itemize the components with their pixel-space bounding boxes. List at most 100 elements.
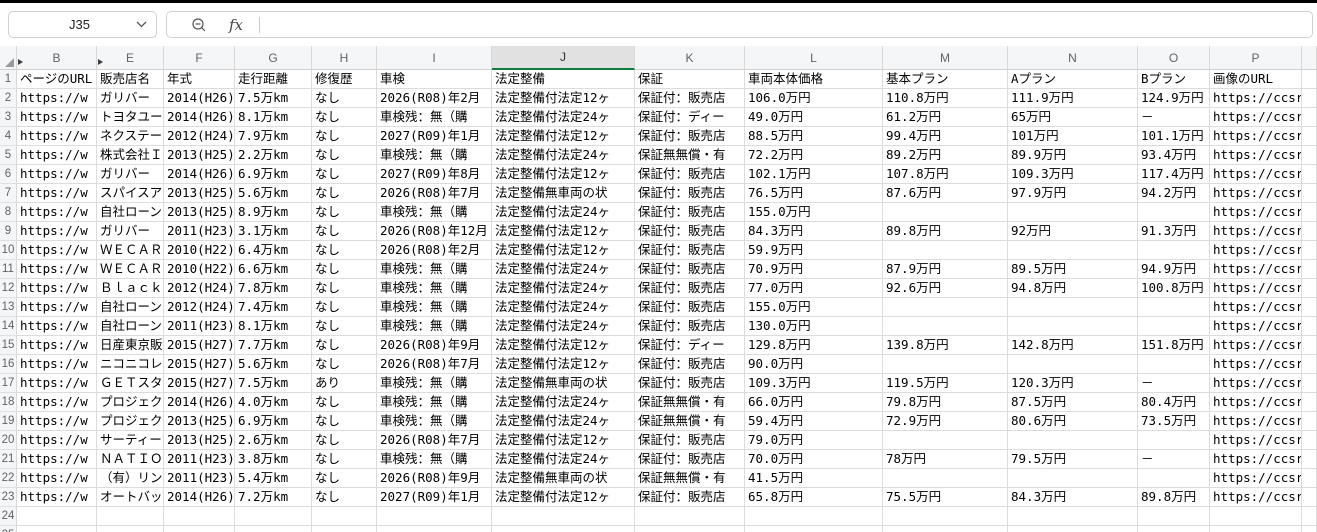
- cell-L20[interactable]: 79.0万円: [745, 431, 883, 450]
- column-header-partial[interactable]: [1302, 46, 1317, 70]
- cell-G9[interactable]: 3.1万km: [235, 222, 312, 241]
- cell-L10[interactable]: 59.9万円: [745, 241, 883, 260]
- cell-E16[interactable]: ニコニコレ: [97, 355, 164, 374]
- cell-L18[interactable]: 66.0万円: [745, 393, 883, 412]
- cell-J9[interactable]: 法定整備付法定12ヶ: [492, 222, 635, 241]
- cell-K15[interactable]: 保証付：ディー: [635, 336, 745, 355]
- cell-N10[interactable]: [1008, 241, 1138, 260]
- cell-H25[interactable]: [312, 526, 377, 532]
- row-header-20[interactable]: 20: [0, 431, 17, 450]
- cell-P18[interactable]: https://ccsrp: [1210, 393, 1302, 412]
- cell-J16[interactable]: 法定整備付法定12ヶ: [492, 355, 635, 374]
- cell-P22[interactable]: https://ccsrp: [1210, 469, 1302, 488]
- cell-K9[interactable]: 保証付：販売店: [635, 222, 745, 241]
- cell-N6[interactable]: 109.3万円: [1008, 165, 1138, 184]
- cell-L9[interactable]: 84.3万円: [745, 222, 883, 241]
- cell-K19[interactable]: 保証無無償・有: [635, 412, 745, 431]
- cell-E6[interactable]: ガリバー: [97, 165, 164, 184]
- cell-H17[interactable]: あり: [312, 374, 377, 393]
- cell-L12[interactable]: 77.0万円: [745, 279, 883, 298]
- cell-K1[interactable]: 保証: [635, 70, 745, 89]
- cell-P24[interactable]: [1210, 507, 1302, 526]
- cell-H10[interactable]: なし: [312, 241, 377, 260]
- cell-K24[interactable]: [635, 507, 745, 526]
- cell-N3[interactable]: 65万円: [1008, 108, 1138, 127]
- cell-G21[interactable]: 3.8万km: [235, 450, 312, 469]
- cell-Q20[interactable]: [1302, 431, 1317, 450]
- cell-G8[interactable]: 8.9万km: [235, 203, 312, 222]
- cell-J7[interactable]: 法定整備無車両の状: [492, 184, 635, 203]
- cell-G11[interactable]: 6.6万km: [235, 260, 312, 279]
- cell-E13[interactable]: 自社ローン: [97, 298, 164, 317]
- cell-F9[interactable]: 2011(H23): [164, 222, 235, 241]
- cell-Q21[interactable]: [1302, 450, 1317, 469]
- cell-G5[interactable]: 2.2万km: [235, 146, 312, 165]
- cell-K17[interactable]: 保証付：販売店: [635, 374, 745, 393]
- cell-O12[interactable]: 100.8万円: [1138, 279, 1210, 298]
- cell-B1[interactable]: ページのURL: [17, 70, 97, 89]
- cell-H14[interactable]: なし: [312, 317, 377, 336]
- cell-E4[interactable]: ネクステー: [97, 127, 164, 146]
- cell-I16[interactable]: 2026(R08)年7月: [377, 355, 492, 374]
- cell-L14[interactable]: 130.0万円: [745, 317, 883, 336]
- cell-L21[interactable]: 70.0万円: [745, 450, 883, 469]
- cell-N19[interactable]: 80.6万円: [1008, 412, 1138, 431]
- cell-H13[interactable]: なし: [312, 298, 377, 317]
- cell-L8[interactable]: 155.0万円: [745, 203, 883, 222]
- cell-B17[interactable]: https://w: [17, 374, 97, 393]
- cell-G10[interactable]: 6.4万km: [235, 241, 312, 260]
- cell-F5[interactable]: 2013(H25): [164, 146, 235, 165]
- cell-G12[interactable]: 7.8万km: [235, 279, 312, 298]
- cell-L17[interactable]: 109.3万円: [745, 374, 883, 393]
- cell-L23[interactable]: 65.8万円: [745, 488, 883, 507]
- cell-F10[interactable]: 2010(H22): [164, 241, 235, 260]
- column-header-L[interactable]: L: [745, 46, 883, 70]
- cell-K7[interactable]: 保証付：販売店: [635, 184, 745, 203]
- cell-Q23[interactable]: [1302, 488, 1317, 507]
- cell-O14[interactable]: [1138, 317, 1210, 336]
- cell-N16[interactable]: [1008, 355, 1138, 374]
- cell-P10[interactable]: https://ccsrp: [1210, 241, 1302, 260]
- cell-L16[interactable]: 90.0万円: [745, 355, 883, 374]
- cell-O1[interactable]: Bプラン: [1138, 70, 1210, 89]
- cell-P19[interactable]: https://ccsrp: [1210, 412, 1302, 431]
- cell-J19[interactable]: 法定整備付法定24ヶ: [492, 412, 635, 431]
- cell-B15[interactable]: https://w: [17, 336, 97, 355]
- cell-I9[interactable]: 2026(R08)年12月: [377, 222, 492, 241]
- cell-I14[interactable]: 車検残：無（購: [377, 317, 492, 336]
- cell-F24[interactable]: [164, 507, 235, 526]
- cell-E17[interactable]: ＧＥＴスタ: [97, 374, 164, 393]
- cell-F4[interactable]: 2012(H24): [164, 127, 235, 146]
- cell-G23[interactable]: 7.2万km: [235, 488, 312, 507]
- cell-H1[interactable]: 修復歴: [312, 70, 377, 89]
- cell-K2[interactable]: 保証付：販売店: [635, 89, 745, 108]
- cell-P6[interactable]: https://ccsrp: [1210, 165, 1302, 184]
- cell-L5[interactable]: 72.2万円: [745, 146, 883, 165]
- cell-N7[interactable]: 97.9万円: [1008, 184, 1138, 203]
- row-header-5[interactable]: 5: [0, 146, 17, 165]
- cell-Q18[interactable]: [1302, 393, 1317, 412]
- cell-B20[interactable]: https://w: [17, 431, 97, 450]
- cell-F21[interactable]: 2011(H23): [164, 450, 235, 469]
- row-header-12[interactable]: 12: [0, 279, 17, 298]
- cell-K25[interactable]: [635, 526, 745, 532]
- cell-G24[interactable]: [235, 507, 312, 526]
- cell-O3[interactable]: －: [1138, 108, 1210, 127]
- cell-Q17[interactable]: [1302, 374, 1317, 393]
- cell-G16[interactable]: 5.6万km: [235, 355, 312, 374]
- row-header-13[interactable]: 13: [0, 298, 17, 317]
- column-header-M[interactable]: M: [883, 46, 1008, 70]
- cell-J22[interactable]: 法定整備無車両の状: [492, 469, 635, 488]
- row-header-8[interactable]: 8: [0, 203, 17, 222]
- cell-N21[interactable]: 79.5万円: [1008, 450, 1138, 469]
- cell-G18[interactable]: 4.0万km: [235, 393, 312, 412]
- cell-Q2[interactable]: [1302, 89, 1317, 108]
- cell-I11[interactable]: 車検残：無（購: [377, 260, 492, 279]
- cell-F12[interactable]: 2012(H24): [164, 279, 235, 298]
- cell-F22[interactable]: 2011(H23): [164, 469, 235, 488]
- cell-H24[interactable]: [312, 507, 377, 526]
- cell-K8[interactable]: 保証付：販売店: [635, 203, 745, 222]
- cell-B21[interactable]: https://w: [17, 450, 97, 469]
- column-header-E[interactable]: E: [97, 46, 164, 70]
- cell-I3[interactable]: 車検残：無（購: [377, 108, 492, 127]
